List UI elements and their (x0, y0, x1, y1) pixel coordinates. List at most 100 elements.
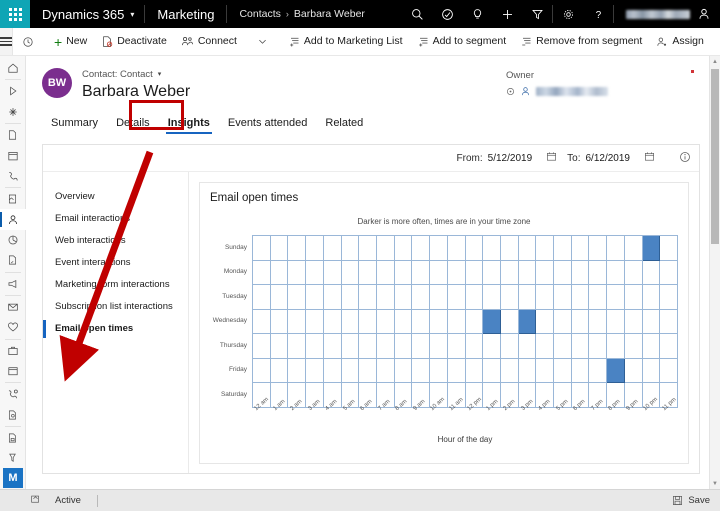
heatmap-cell[interactable] (430, 285, 448, 310)
heatmap-cell[interactable] (536, 285, 555, 310)
heatmap-cell[interactable] (306, 309, 324, 334)
calendar-icon[interactable] (546, 151, 557, 165)
heatmap-cell[interactable] (306, 285, 324, 310)
lightbulb-icon[interactable] (462, 0, 492, 28)
heatmap-cell[interactable] (341, 236, 360, 261)
heatmap-cell[interactable] (500, 285, 519, 310)
heatmap-cell[interactable] (554, 358, 572, 383)
heatmap-cell[interactable] (465, 334, 484, 359)
heatmap-cell[interactable] (589, 334, 608, 359)
tab-summary[interactable]: Summary (42, 114, 107, 135)
heatmap-cell[interactable] (341, 358, 360, 383)
heatmap-cell[interactable] (323, 358, 342, 383)
heatmap-cell[interactable] (571, 285, 590, 310)
user-account-menu[interactable] (614, 0, 720, 28)
heatmap-cell[interactable] (359, 309, 377, 334)
heatmap-cell[interactable] (430, 358, 448, 383)
heatmap-cell[interactable] (554, 260, 572, 285)
heatmap-cell[interactable] (571, 260, 590, 285)
tab-events-attended[interactable]: Events attended (219, 114, 317, 135)
heatmap-cell[interactable] (412, 260, 431, 285)
heatmap-cell[interactable] (465, 260, 484, 285)
heatmap-cell[interactable] (323, 285, 342, 310)
heatmap-cell[interactable] (253, 309, 271, 334)
heatmap-cell[interactable] (270, 236, 289, 261)
briefcase-icon[interactable] (0, 340, 26, 360)
connect-dropdown-button[interactable] (250, 28, 275, 55)
heatmap-cell[interactable] (483, 309, 501, 334)
heatmap-cell[interactable] (394, 236, 413, 261)
deactivate-button[interactable]: Deactivate (94, 28, 174, 55)
heatmap-cell[interactable] (359, 358, 377, 383)
heatmap-cell[interactable] (500, 334, 519, 359)
help-question-icon[interactable]: ? (583, 0, 613, 28)
from-date-value[interactable]: 5/12/2019 (488, 153, 533, 164)
heatmap-cell[interactable] (288, 285, 307, 310)
heatmap-cell[interactable] (253, 236, 271, 261)
heatmap-cell[interactable] (518, 236, 537, 261)
search-icon[interactable] (402, 0, 432, 28)
heatmap-cell[interactable] (394, 309, 413, 334)
heatmap-cell[interactable] (306, 260, 324, 285)
heatmap-cell[interactable] (306, 334, 324, 359)
breadcrumb-parent[interactable]: Contacts (239, 8, 280, 20)
analytics-pie-icon[interactable] (0, 230, 26, 250)
file-search-icon[interactable] (0, 404, 26, 424)
heatmap-cell[interactable] (288, 260, 307, 285)
heatmap-cell[interactable] (447, 309, 466, 334)
heatmap-cell[interactable] (323, 334, 342, 359)
heatmap-cell[interactable] (500, 309, 519, 334)
heatmap-cell[interactable] (359, 236, 377, 261)
assistant-check-icon[interactable] (432, 0, 462, 28)
heatmap-cell[interactable] (642, 309, 661, 334)
heatmap-cell[interactable] (624, 260, 643, 285)
waffle-grid-icon[interactable] (0, 0, 30, 28)
heatmap-cell[interactable] (306, 236, 324, 261)
heatmap-cell[interactable] (607, 358, 625, 383)
heatmap-cell[interactable] (518, 358, 537, 383)
heatmap-cell[interactable] (253, 358, 271, 383)
quick-campaign-icon[interactable] (0, 189, 26, 209)
heatmap-cell[interactable] (660, 285, 678, 310)
heart-icon[interactable] (0, 317, 26, 337)
heatmap-cell[interactable] (253, 285, 271, 310)
add-to-segment-button[interactable]: Add to segment (410, 28, 514, 55)
to-date-value[interactable]: 6/12/2019 (586, 153, 631, 164)
heatmap-cell[interactable] (359, 334, 377, 359)
heatmap-cell[interactable] (571, 309, 590, 334)
heatmap-cell[interactable] (607, 334, 625, 359)
heatmap-cell[interactable] (500, 260, 519, 285)
heatmap-cell[interactable] (394, 285, 413, 310)
add-to-marketing-list-button[interactable]: Add to Marketing List (281, 28, 410, 55)
calendar-icon[interactable] (0, 145, 26, 165)
heatmap-cell[interactable] (270, 285, 289, 310)
heatmap-cell[interactable] (483, 334, 501, 359)
heatmap-cell[interactable] (624, 309, 643, 334)
heatmap-cell[interactable] (288, 236, 307, 261)
heatmap-cell[interactable] (412, 334, 431, 359)
heatmap-cell[interactable] (536, 358, 555, 383)
heatmap-cell[interactable] (394, 334, 413, 359)
new-button[interactable]: + New (47, 28, 94, 55)
heatmap-cell[interactable] (642, 260, 661, 285)
heatmap-cell[interactable] (376, 260, 395, 285)
heatmap-cell[interactable] (518, 309, 537, 334)
heatmap-cell[interactable] (253, 334, 271, 359)
heatmap-cell[interactable] (412, 358, 431, 383)
tab-related[interactable]: Related (316, 114, 372, 135)
contact-type-selector[interactable]: Contact: Contact ▾ (82, 69, 190, 81)
assign-button[interactable]: Assign (649, 28, 711, 55)
heatmap-cell[interactable] (412, 309, 431, 334)
recent-play-icon[interactable] (0, 81, 26, 101)
heatmap-cell[interactable] (518, 334, 537, 359)
heatmap-cell[interactable] (447, 285, 466, 310)
heatmap-cell[interactable] (376, 358, 395, 383)
heatmap-cell[interactable] (660, 260, 678, 285)
file-icon[interactable] (0, 125, 26, 145)
info-icon[interactable] (679, 151, 691, 166)
heatmap-cell[interactable] (465, 358, 484, 383)
heatmap-cell[interactable] (306, 358, 324, 383)
heatmap-cell[interactable] (554, 236, 572, 261)
heatmap-cell[interactable] (430, 260, 448, 285)
subnav-item-overview[interactable]: Overview (43, 186, 188, 208)
